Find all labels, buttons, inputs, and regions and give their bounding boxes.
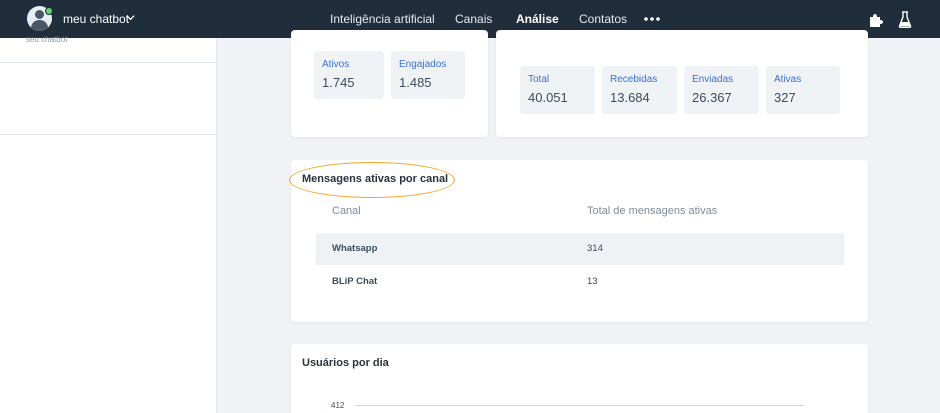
stat-value: 13.684: [610, 90, 650, 105]
sidebar: seu chatbot: [0, 35, 217, 413]
y-axis-tick-label: 412: [331, 401, 345, 410]
stat-engajados: Engajados 1.485: [391, 51, 465, 99]
table-cell-channel: Whatsapp: [332, 243, 378, 254]
sidebar-divider: [0, 62, 216, 63]
chart-gridline: [355, 405, 804, 406]
nav-canais[interactable]: Canais: [455, 12, 492, 26]
users-per-day-title: Usuários por dia: [302, 357, 389, 369]
sidebar-subtitle: seu chatbot: [26, 35, 68, 44]
stat-enviadas: Enviadas 26.367: [684, 66, 759, 114]
bot-name[interactable]: meu chatbot: [63, 12, 129, 26]
highlight-annotation: [289, 162, 455, 198]
puzzle-icon[interactable]: [868, 12, 884, 28]
more-icon[interactable]: [644, 17, 660, 21]
stat-label: Enviadas: [692, 74, 734, 85]
flask-icon[interactable]: [898, 11, 912, 28]
stat-recebidas: Recebidas 13.684: [602, 66, 677, 114]
stat-ativos: Ativos 1.745: [314, 51, 384, 99]
table-cell-total: 13: [587, 276, 598, 287]
sidebar-divider: [0, 134, 216, 135]
stat-value: 40.051: [528, 90, 568, 105]
online-status-icon: [45, 7, 53, 15]
stat-label: Recebidas: [610, 74, 658, 85]
table-row: [316, 233, 844, 265]
column-header-canal: Canal: [332, 205, 361, 217]
stat-value: 1.745: [322, 75, 355, 90]
messages-card: Total 40.051 Recebidas 13.684 Enviadas 2…: [496, 30, 868, 137]
stat-label: Ativas: [774, 74, 802, 85]
stat-total: Total 40.051: [520, 66, 595, 114]
stat-ativas: Ativas 327: [766, 66, 840, 114]
stat-value: 1.485: [399, 75, 432, 90]
table-cell-channel: BLiP Chat: [332, 276, 378, 287]
nav-contatos[interactable]: Contatos: [579, 12, 627, 26]
users-card: Ativos 1.745 Engajados 1.485: [291, 30, 488, 137]
nav-analise[interactable]: Análise: [516, 12, 559, 26]
stat-value: 26.367: [692, 90, 732, 105]
stat-label: Ativos: [322, 59, 350, 70]
nav-inteligencia-artificial[interactable]: Inteligência artificial: [330, 12, 435, 26]
chevron-down-icon[interactable]: [125, 12, 136, 23]
stat-label: Engajados: [399, 59, 447, 70]
users-per-day-card: [291, 344, 868, 413]
stat-value: 327: [774, 90, 796, 105]
stat-label: Total: [528, 74, 550, 85]
column-header-total: Total de mensagens ativas: [587, 205, 718, 217]
table-cell-total: 314: [587, 243, 603, 254]
